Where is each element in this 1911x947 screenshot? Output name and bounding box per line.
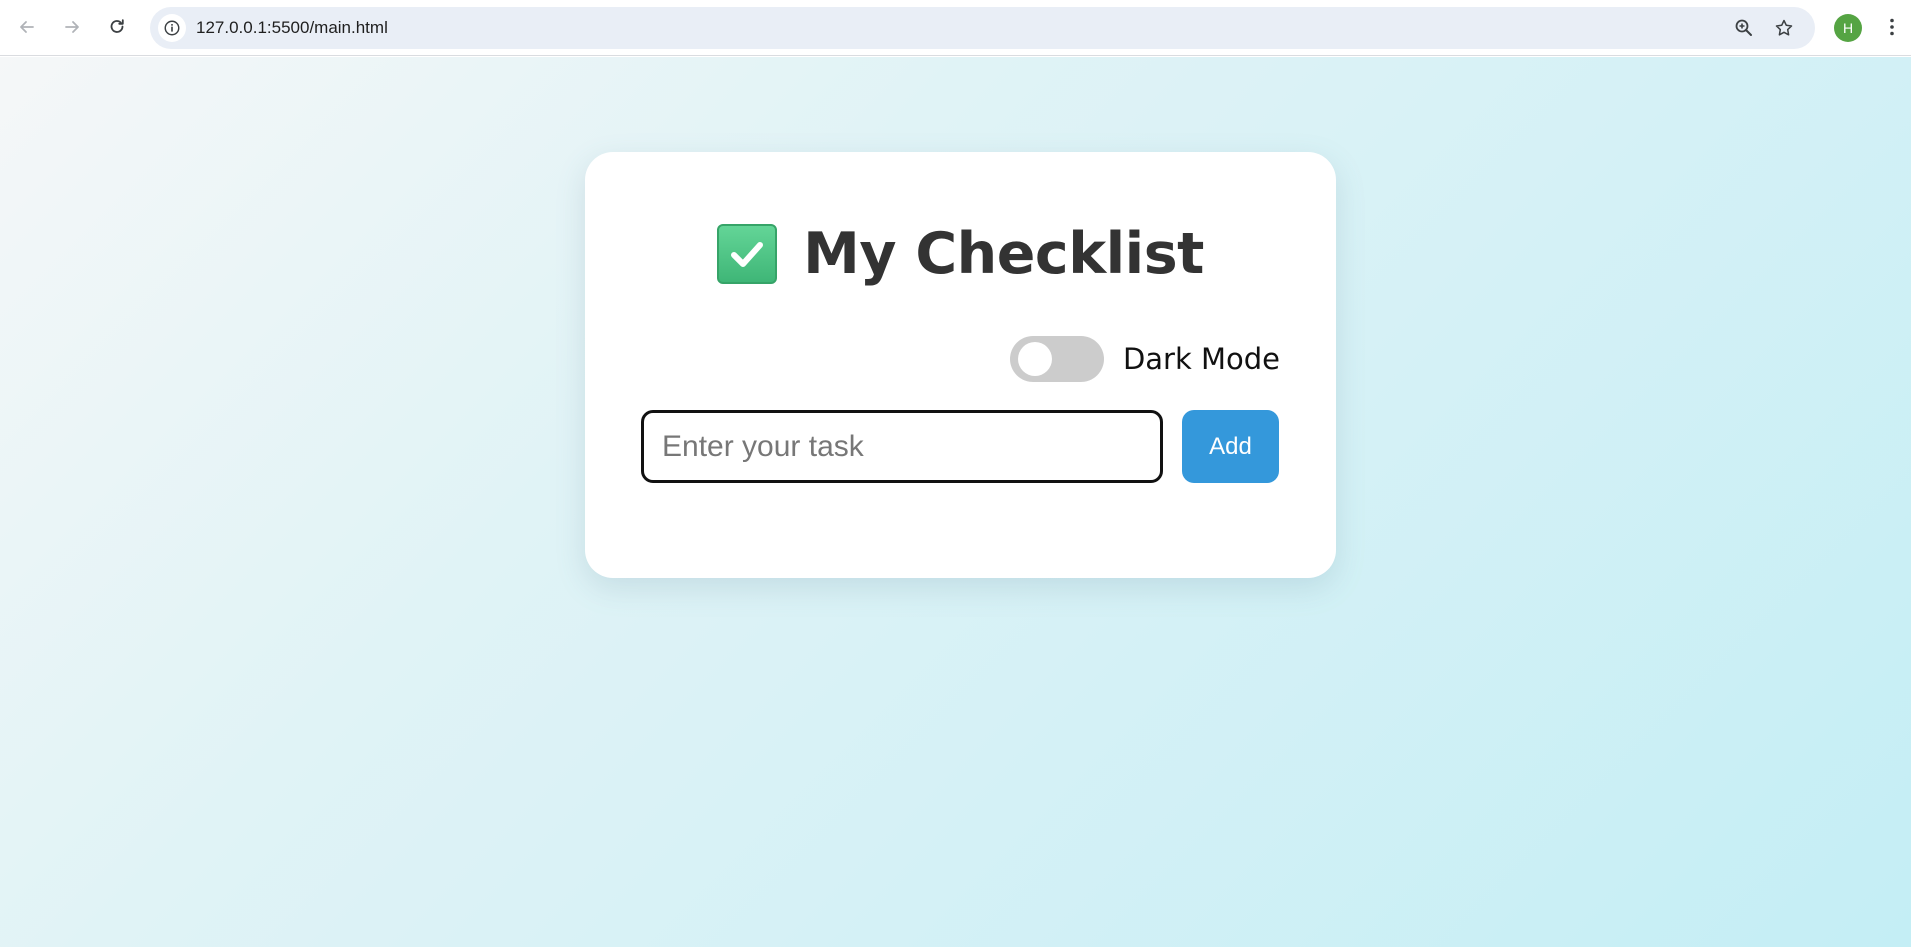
url-text[interactable]: 127.0.0.1:5500/main.html xyxy=(196,7,388,49)
page-title: My Checklist xyxy=(585,214,1336,294)
check-mark-glyph xyxy=(731,242,764,267)
add-task-button[interactable]: Add xyxy=(1182,410,1279,483)
toggle-knob xyxy=(1017,342,1052,376)
browser-toolbar: 127.0.0.1:5500/main.html H xyxy=(0,0,1911,56)
profile-initial: H xyxy=(1842,20,1854,36)
dark-mode-control: Dark Mode xyxy=(1009,336,1280,382)
browser-menu-button[interactable] xyxy=(1880,10,1904,44)
info-icon xyxy=(164,20,180,36)
zoom-in-icon xyxy=(1735,19,1752,36)
dark-mode-label: Dark Mode xyxy=(1122,342,1280,376)
more-vertical-icon xyxy=(1890,18,1894,36)
page-viewport: My Checklist Dark Mode Add xyxy=(0,57,1911,947)
checklist-card: My Checklist Dark Mode Add xyxy=(585,152,1336,578)
site-info-button[interactable] xyxy=(158,14,186,42)
check-mark-icon xyxy=(717,224,778,284)
address-bar[interactable]: 127.0.0.1:5500/main.html xyxy=(150,7,1815,49)
dark-mode-toggle[interactable] xyxy=(1009,336,1104,382)
star-icon xyxy=(1775,19,1793,36)
back-button[interactable] xyxy=(10,10,44,44)
zoom-button[interactable] xyxy=(1730,14,1758,42)
arrow-right-icon xyxy=(65,21,79,33)
profile-avatar[interactable]: H xyxy=(1834,14,1862,42)
task-input[interactable] xyxy=(641,410,1163,483)
reload-icon xyxy=(110,19,124,33)
bookmark-button[interactable] xyxy=(1770,14,1798,42)
forward-button[interactable] xyxy=(55,10,89,44)
title-text: My Checklist xyxy=(803,221,1204,287)
reload-button[interactable] xyxy=(100,10,134,44)
arrow-left-icon xyxy=(20,21,34,33)
